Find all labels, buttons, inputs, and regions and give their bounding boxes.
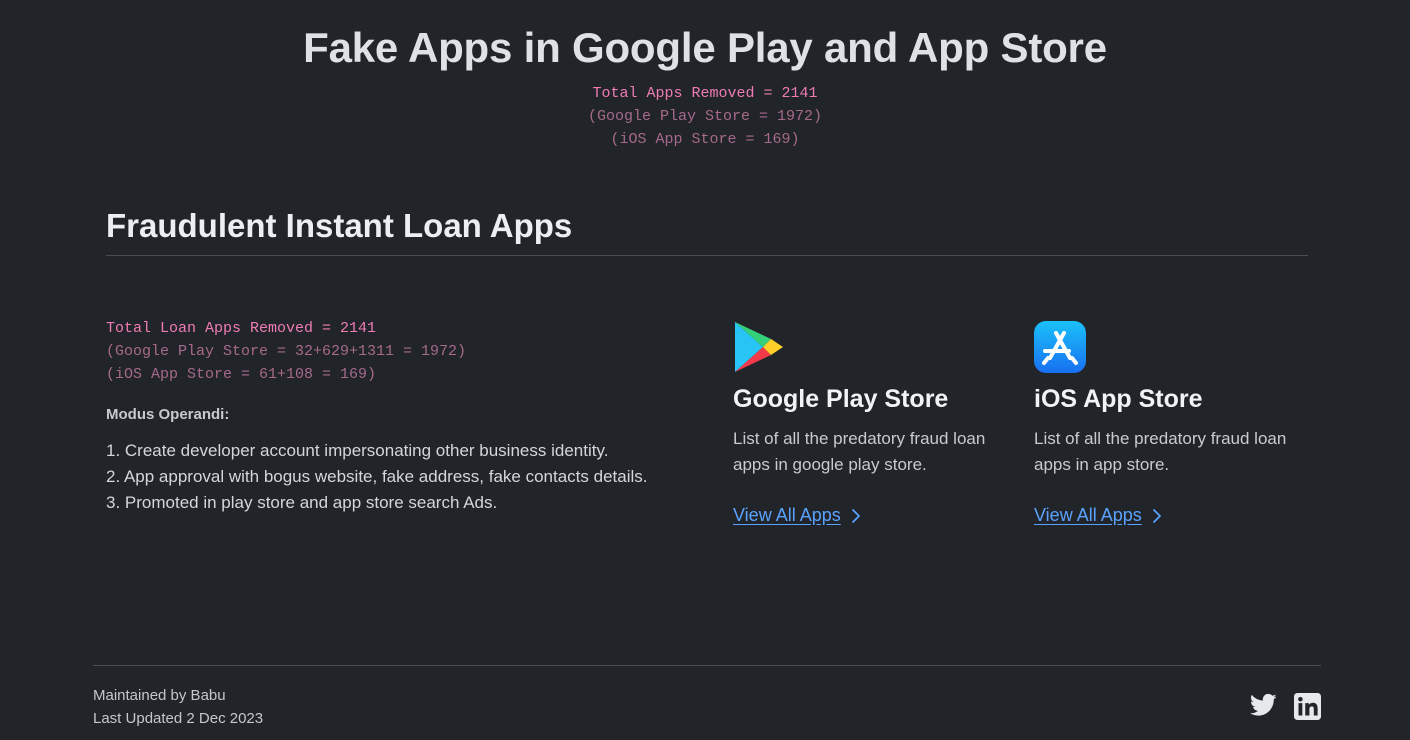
chevron-right-icon [851, 508, 860, 523]
modus-operandi-title: Modus Operandi: [106, 406, 230, 423]
page: Fake Apps in Google Play and App Store T… [0, 0, 1410, 740]
section-divider [106, 255, 1308, 256]
list-item: 2. App approval with bogus website, fake… [106, 467, 648, 486]
loan-stats: Total Loan Apps Removed = 2141 (Google P… [106, 317, 706, 386]
page-title: Fake Apps in Google Play and App Store [303, 24, 1107, 71]
view-all-google-apps-link[interactable]: View All Apps [733, 505, 861, 526]
store-name: iOS App Store [1034, 385, 1203, 413]
google-play-icon [735, 322, 783, 372]
footer-divider [93, 665, 1321, 666]
maintainer-text: Maintained by Babu [93, 687, 226, 704]
store-name: Google Play Store [733, 385, 949, 413]
view-all-ios-apps-link[interactable]: View All Apps [1034, 505, 1162, 526]
store-description: List of all the predatory fraud loan app… [1034, 429, 1287, 474]
google-breakdown: (Google Play Store = 32+629+1311 = 1972) [106, 343, 467, 360]
modus-steps: 1. Create developer account impersonatin… [106, 438, 706, 516]
ios-app-store-card: iOS App Store List of all the predatory … [1034, 320, 1314, 526]
ios-breakdown: (iOS App Store = 61+108 = 169) [106, 366, 377, 383]
linkedin-icon[interactable] [1294, 693, 1321, 720]
last-updated-text: Last Updated 2 Dec 2023 [93, 710, 264, 727]
ios-total: (iOS App Store = 169) [610, 131, 800, 148]
section-title: Fraudulent Instant Loan Apps [106, 207, 573, 244]
twitter-icon[interactable] [1250, 693, 1277, 717]
loan-total: Total Loan Apps Removed = 2141 [106, 320, 377, 337]
link-label: View All Apps [1034, 505, 1142, 525]
hero: Fake Apps in Google Play and App Store T… [0, 22, 1410, 151]
list-item: 1. Create developer account impersonatin… [106, 441, 609, 460]
list-item: 3. Promoted in play store and app store … [106, 493, 498, 512]
total-removed: Total Apps Removed = 2141 [592, 85, 818, 102]
link-label: View All Apps [733, 505, 841, 525]
chevron-right-icon [1152, 508, 1161, 523]
total-stats: Total Apps Removed = 2141 (Google Play S… [0, 82, 1410, 151]
google-play-card: Google Play Store List of all the predat… [733, 320, 1013, 526]
footer: Maintained by Babu Last Updated 2 Dec 20… [93, 684, 263, 730]
store-description: List of all the predatory fraud loan app… [733, 429, 986, 474]
app-store-icon [1034, 321, 1086, 373]
google-total: (Google Play Store = 1972) [587, 108, 823, 125]
loan-summary: Total Loan Apps Removed = 2141 (Google P… [106, 317, 706, 516]
